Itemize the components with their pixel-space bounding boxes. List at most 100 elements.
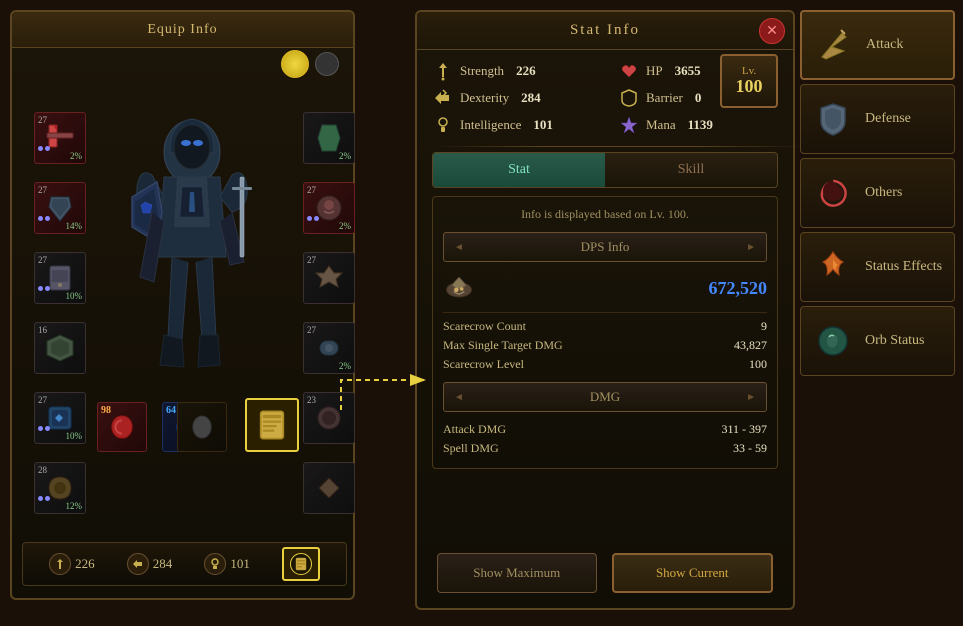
right-panel: Attack Defense Others Status Effects Orb…	[800, 10, 955, 376]
item-icon	[314, 123, 344, 153]
panel-orb-button[interactable]: Orb Status	[800, 306, 955, 376]
equip-slot-left-1[interactable]: 27 2%	[34, 112, 86, 164]
item-icon	[108, 413, 136, 441]
barrier-label: Barrier	[646, 90, 683, 106]
slot-bonus: 10%	[66, 431, 83, 441]
slot-bonus: 12%	[66, 501, 83, 511]
equip-slot-bottom-3[interactable]	[177, 402, 227, 452]
stat-item-special[interactable]	[282, 547, 320, 581]
arrow-indicator	[336, 370, 436, 420]
slot-level: 23	[307, 395, 316, 405]
stats-row-3: Intelligence 101 Mana 1139	[432, 114, 778, 136]
dmg-button[interactable]: DMG	[443, 382, 767, 412]
equip-slot-left-5[interactable]: 27 10%	[34, 392, 86, 444]
slot-bonus: 2%	[339, 151, 351, 161]
mana-label: Mana	[646, 117, 676, 133]
defense-icon	[811, 97, 855, 141]
show-current-button[interactable]: Show Current	[612, 553, 774, 593]
dps-row: 672,520	[443, 272, 767, 304]
stat-item-intelligence: 101	[204, 553, 250, 575]
equip-title-bar: Equip Info	[12, 12, 353, 48]
close-button[interactable]: ✕	[759, 18, 785, 44]
scarecrow-level-row: Scarecrow Level 100	[443, 355, 767, 374]
slot-level: 27	[307, 255, 316, 265]
gem-dots	[307, 216, 319, 221]
item-icon	[188, 413, 216, 441]
dexterity-value: 284	[521, 90, 541, 106]
book-icon	[255, 408, 289, 442]
slot-bonus: 10%	[66, 291, 83, 301]
panel-attack-button[interactable]: Attack	[800, 10, 955, 80]
status-effects-icon	[811, 245, 855, 289]
item-icon	[314, 333, 344, 363]
others-label: Others	[865, 185, 902, 201]
panel-status-button[interactable]: Status Effects	[800, 232, 955, 302]
slot-level: 27	[38, 185, 47, 195]
show-maximum-button[interactable]: Show Maximum	[437, 553, 597, 593]
gem-dots	[38, 286, 50, 291]
attack-dmg-value: 311 - 397	[721, 422, 767, 437]
equip-slot-left-2[interactable]: 27 14%	[34, 182, 86, 234]
scarecrow-count-value: 9	[761, 319, 767, 334]
dexterity-label: Dexterity	[460, 90, 509, 106]
stat-item-strength: 226	[49, 553, 95, 575]
slot-bonus: 14%	[66, 221, 83, 231]
gem-dots	[38, 216, 50, 221]
slot-level: 27	[38, 115, 47, 125]
separator	[443, 312, 767, 313]
slot-level: 28	[38, 465, 47, 475]
tab-stat[interactable]: Stat	[433, 153, 605, 187]
strength-entry: Strength 226	[432, 60, 592, 82]
equip-slot-right-4[interactable]: 27 2%	[303, 322, 355, 374]
level-note: Info is displayed based on Lv. 100.	[443, 207, 767, 222]
equip-slot-left-6[interactable]: 28 12%	[34, 462, 86, 514]
equip-slot-bottom-1[interactable]: 98	[97, 402, 147, 452]
slot-level: 98	[101, 405, 111, 416]
equip-slot-right-6[interactable]	[303, 462, 355, 514]
int-stat-icon	[432, 114, 454, 136]
panel-others-button[interactable]: Others	[800, 158, 955, 228]
stat-panel-title: Stat Info	[570, 22, 640, 39]
equip-slot-right-3[interactable]: 27	[303, 252, 355, 304]
show-current-label: Show Current	[656, 565, 729, 581]
scarecrow-count-label: Scarecrow Count	[443, 319, 526, 334]
slot-level: 16	[38, 325, 47, 335]
book-icon	[290, 553, 312, 575]
hp-stat-icon	[618, 60, 640, 82]
item-icon	[45, 333, 75, 363]
dexterity-entry: Dexterity 284	[432, 87, 592, 109]
max-dmg-label: Max Single Target DMG	[443, 338, 563, 353]
max-dmg-value: 43,827	[734, 338, 767, 353]
stat-dexterity-value: 284	[153, 556, 173, 572]
max-dmg-row: Max Single Target DMG 43,827	[443, 336, 767, 355]
panel-defense-button[interactable]: Defense	[800, 84, 955, 154]
equip-slot-right-1[interactable]: 2%	[303, 112, 355, 164]
character-area: 27 2% 27 14% 27 10% 16 27 10%	[22, 62, 367, 522]
hp-value: 3655	[675, 63, 701, 79]
spell-dmg-row: Spell DMG 33 - 59	[443, 439, 767, 458]
stat-title-bar: Stat Info ✕	[417, 12, 793, 50]
strength-icon	[49, 553, 71, 575]
stat-content: Info is displayed based on Lv. 100. DPS …	[432, 196, 778, 469]
equip-slot-left-3[interactable]: 27 10%	[34, 252, 86, 304]
close-icon: ✕	[766, 23, 778, 40]
scarecrow-level-label: Scarecrow Level	[443, 357, 524, 372]
dmg-btn-label: DMG	[590, 389, 620, 405]
slot-level: 27	[38, 255, 47, 265]
slot-level: 27	[38, 395, 47, 405]
defense-label: Defense	[865, 111, 911, 127]
others-icon	[811, 171, 855, 215]
tab-skill[interactable]: Skill	[605, 153, 777, 187]
dps-info-button[interactable]: DPS Info	[443, 232, 767, 262]
attack-dmg-row: Attack DMG 311 - 397	[443, 420, 767, 439]
attack-icon	[812, 23, 856, 67]
intelligence-icon	[204, 553, 226, 575]
mana-value: 1139	[688, 117, 713, 133]
equip-slot-left-4[interactable]: 16	[34, 322, 86, 374]
slot-level: 64	[166, 405, 176, 416]
equip-slot-highlight[interactable]	[245, 398, 299, 452]
equip-slot-right-2[interactable]: 27 2%	[303, 182, 355, 234]
intelligence-label: Intelligence	[460, 117, 521, 133]
slot-bonus: 2%	[70, 151, 82, 161]
stat-intelligence-value: 101	[230, 556, 250, 572]
